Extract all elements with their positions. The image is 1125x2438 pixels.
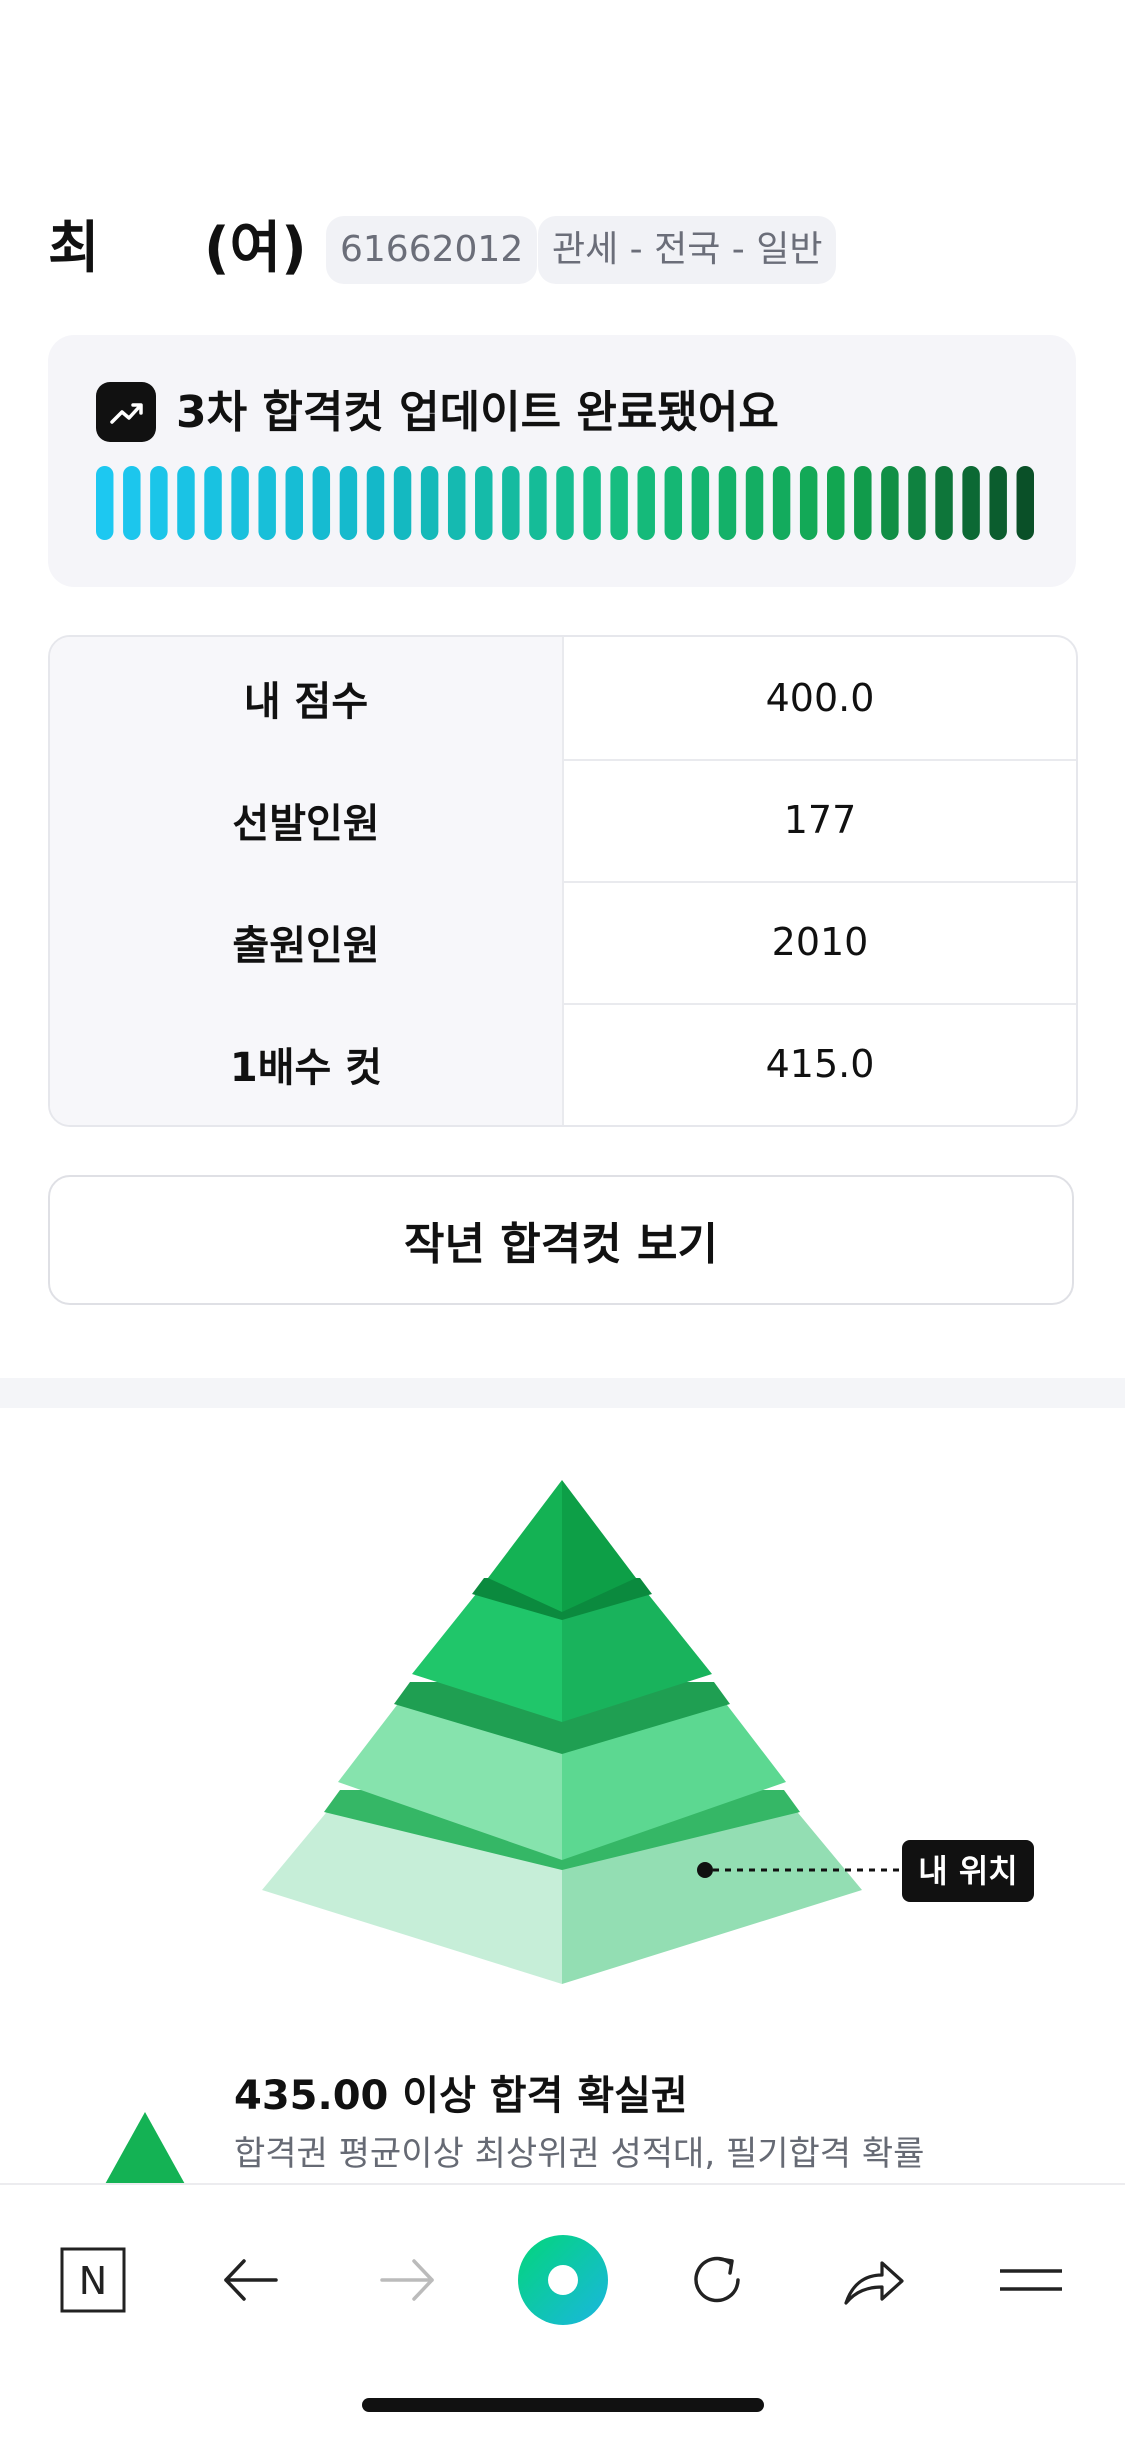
- n-logo-button[interactable]: N: [38, 2225, 148, 2335]
- section-divider: [0, 1378, 1125, 1408]
- user-name-first: 최: [48, 216, 100, 281]
- tier-triangle-icon: [104, 2112, 186, 2186]
- progress-segment: [772, 466, 791, 540]
- my-position-dot: [697, 1862, 713, 1878]
- tier-title: 435.00 이상 합격 확실권: [234, 2073, 688, 2119]
- back-button[interactable]: [196, 2225, 306, 2335]
- forward-arrow-icon: [380, 2259, 434, 2301]
- score-pyramid: 내 위치: [262, 1480, 1034, 1984]
- progress-segment: [718, 466, 737, 540]
- progress-segment: [745, 466, 764, 540]
- progress-segment: [691, 466, 710, 540]
- trending-up-icon: [96, 382, 156, 442]
- menu-icon: [1000, 2269, 1062, 2291]
- forward-button[interactable]: [352, 2225, 462, 2335]
- progress-segment: [258, 466, 276, 540]
- progress-segment: [96, 466, 114, 540]
- svg-text:N: N: [79, 2259, 107, 2303]
- progress-bars: [96, 466, 1034, 540]
- stat-value: 2010: [771, 920, 869, 964]
- green-dot-icon: [518, 2235, 608, 2325]
- stats-table: 내 점수 400.0 선발인원 177 출원인원 2010 1배수 컷 415.…: [48, 635, 1078, 1127]
- stat-label: 선발인원: [50, 759, 564, 881]
- green-dot-button[interactable]: [508, 2225, 618, 2335]
- progress-segment: [827, 466, 845, 540]
- progress-segment: [556, 466, 574, 540]
- table-row: 출원인원 2010: [50, 881, 1076, 1005]
- progress-segment: [935, 466, 953, 540]
- stat-label: 내 점수: [50, 637, 564, 759]
- back-arrow-icon: [224, 2259, 278, 2301]
- progress-segment: [204, 466, 222, 540]
- stat-label: 1배수 컷: [50, 1003, 564, 1125]
- table-row: 선발인원 177: [50, 759, 1076, 883]
- n-logo-icon: N: [60, 2247, 126, 2313]
- progress-segment: [799, 466, 818, 540]
- tier-description: 합격권 평균이상 최상위권 성적대, 필기합격 확률: [234, 2134, 925, 2174]
- share-icon: [844, 2261, 904, 2305]
- progress-segment: [962, 466, 980, 540]
- progress-segment: [393, 466, 412, 540]
- progress-segment: [529, 466, 547, 540]
- progress-segment: [150, 466, 168, 540]
- table-row: 내 점수 400.0: [50, 637, 1076, 761]
- exam-number-chip: 61662012: [326, 216, 538, 284]
- progress-segment: [610, 466, 628, 540]
- progress-segment: [177, 466, 195, 540]
- table-row: 1배수 컷 415.0: [50, 1003, 1076, 1125]
- menu-button[interactable]: [976, 2225, 1086, 2335]
- my-position-label: 내 위치: [918, 1852, 1017, 1890]
- progress-segment: [339, 466, 358, 540]
- update-card: [48, 335, 1076, 587]
- progress-segment: [285, 466, 303, 540]
- progress-segment: [231, 466, 249, 540]
- stat-value: 415.0: [765, 1042, 875, 1086]
- progress-segment: [366, 466, 385, 540]
- home-indicator: [362, 2398, 764, 2412]
- update-title: 3차 합격컷 업데이트 완료됐어요: [176, 387, 779, 438]
- progress-segment: [881, 466, 899, 540]
- progress-segment: [420, 466, 439, 540]
- refresh-button[interactable]: [662, 2225, 772, 2335]
- last-year-cutoff-button[interactable]: 작년 합격컷 보기: [48, 1175, 1074, 1305]
- progress-segment: [123, 466, 141, 540]
- share-button[interactable]: [818, 2225, 928, 2335]
- progress-segment: [637, 466, 655, 540]
- progress-segment: [908, 466, 926, 540]
- progress-segment: [583, 466, 601, 540]
- progress-segment: [989, 466, 1007, 540]
- progress-segment: [502, 466, 520, 540]
- category-chip: 관세 - 전국 - 일반: [538, 216, 837, 284]
- stat-value: 177: [783, 798, 857, 842]
- user-name-suffix: (여): [204, 216, 307, 281]
- progress-segment: [312, 466, 331, 540]
- progress-segment: [447, 466, 466, 540]
- progress-segment: [475, 466, 493, 540]
- progress-segment: [1016, 466, 1034, 540]
- progress-segment: [664, 466, 683, 540]
- progress-segment: [854, 466, 872, 540]
- stat-value: 400.0: [765, 676, 875, 720]
- stat-label: 출원인원: [50, 881, 564, 1003]
- refresh-icon: [694, 2256, 740, 2303]
